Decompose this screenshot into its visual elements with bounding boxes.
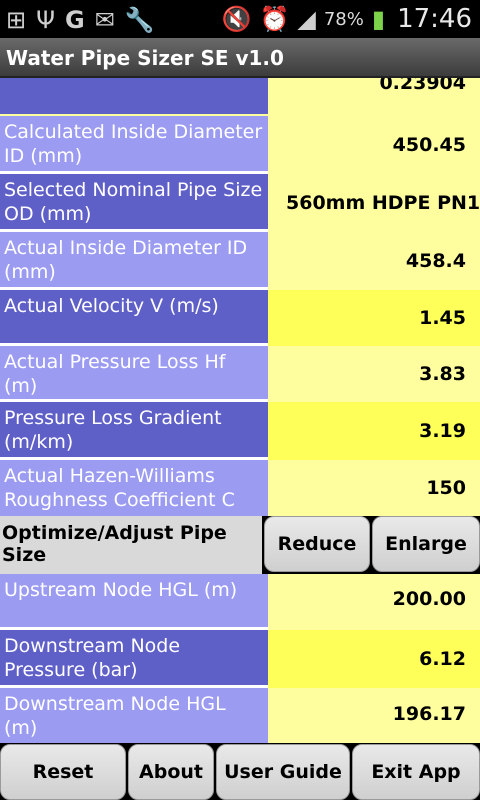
signal-icon: ◢ <box>297 5 316 33</box>
usb-icon: Ψ <box>36 6 55 34</box>
result-row-gradient: Pressure Loss Gradient (m/km) 3.19 <box>0 402 480 460</box>
enlarge-button[interactable]: Enlarge <box>372 516 480 572</box>
result-row-selected-od: Selected Nominal Pipe Size OD (mm) 560mm… <box>0 174 480 232</box>
result-row-calc-id: Calculated Inside Diameter ID (mm) 450.4… <box>0 116 480 174</box>
mute-icon: 🔇 <box>221 5 252 33</box>
battery-charging-icon: ▮ <box>371 5 386 33</box>
exit-app-button[interactable]: Exit App <box>352 744 480 800</box>
result-row-hazen-williams: Actual Hazen-Williams Roughness Coeffici… <box>0 460 480 516</box>
result-label: Actual Hazen-Williams Roughness Coeffici… <box>0 460 268 516</box>
result-row-actual-id: Actual Inside Diameter ID (mm) 458.4 <box>0 232 480 290</box>
result-label: Upstream Node HGL (m) <box>0 574 268 630</box>
reset-button[interactable]: Reset <box>0 744 126 800</box>
system-icons: 🔇 ⏰ ◢ 78% ▮ 17:46 <box>222 4 472 34</box>
user-guide-button[interactable]: User Guide <box>216 744 350 800</box>
result-value: 458.4 <box>268 232 480 290</box>
result-label: Selected Nominal Pipe Size OD (mm) <box>0 174 268 232</box>
clock: 17:46 <box>397 4 472 34</box>
optimize-row: Optimize/Adjust Pipe Size Reduce Enlarge <box>0 516 480 574</box>
result-row-downstream-pressure: Downstream Node Pressure (bar) 6.12 <box>0 630 480 688</box>
result-row-downstream-hgl: Downstream Node HGL (m) 196.17 <box>0 688 480 743</box>
result-value: 150 <box>268 460 480 516</box>
result-label: Total Flow Q (m^3/d) <box>0 78 268 114</box>
result-label: Downstream Node Pressure (bar) <box>0 630 268 688</box>
result-value: 560mm HDPE PN10 <box>268 174 480 232</box>
result-value: 450.45 <box>268 116 480 174</box>
status-bar: ⊞ Ψ G ✉ 🔧 🔇 ⏰ ◢ 78% ▮ 17:46 <box>0 0 480 38</box>
mail-icon: ✉ <box>94 6 115 34</box>
wrench-icon: 🔧 <box>124 6 155 34</box>
reduce-button[interactable]: Reduce <box>264 516 370 572</box>
alarm-icon: ⏰ <box>259 5 290 33</box>
result-label: Calculated Inside Diameter ID (mm) <box>0 116 268 174</box>
result-row-pressure-loss: Actual Pressure Loss Hf (m) 3.83 <box>0 346 480 402</box>
result-label: Downstream Node HGL (m) <box>0 688 268 743</box>
about-button[interactable]: About <box>128 744 214 800</box>
result-label: Actual Inside Diameter ID (mm) <box>0 232 268 290</box>
result-row-velocity: Actual Velocity V (m/s) 1.45 <box>0 290 480 346</box>
result-value: 6.12 <box>268 630 480 688</box>
result-value: 200.00 <box>268 574 480 630</box>
result-value: 3.19 <box>268 402 480 460</box>
add-icon: ⊞ <box>6 6 27 34</box>
result-value: 0.23904 <box>268 78 480 114</box>
battery-percent: 78% <box>323 8 364 30</box>
results-list[interactable]: Total Flow Q (m^3/d) 0.23904 Calculated … <box>0 78 480 743</box>
notification-icons: ⊞ Ψ G ✉ 🔧 <box>6 6 155 34</box>
result-label: Pressure Loss Gradient (m/km) <box>0 402 268 460</box>
result-row-upstream-hgl: Upstream Node HGL (m) 200.00 <box>0 574 480 630</box>
result-row-total-flow: Total Flow Q (m^3/d) 0.23904 <box>0 78 480 114</box>
bottom-button-bar: Reset About User Guide Exit App <box>0 743 480 800</box>
result-label: Actual Velocity V (m/s) <box>0 290 268 346</box>
result-value: 196.17 <box>268 688 480 743</box>
app-title: Water Pipe Sizer SE v1.0 <box>0 38 480 78</box>
result-value: 3.83 <box>268 346 480 402</box>
result-value: 1.45 <box>268 290 480 346</box>
optimize-label: Optimize/Adjust Pipe Size <box>0 516 262 574</box>
result-label: Actual Pressure Loss Hf (m) <box>0 346 268 402</box>
google-icon: G <box>65 6 85 34</box>
